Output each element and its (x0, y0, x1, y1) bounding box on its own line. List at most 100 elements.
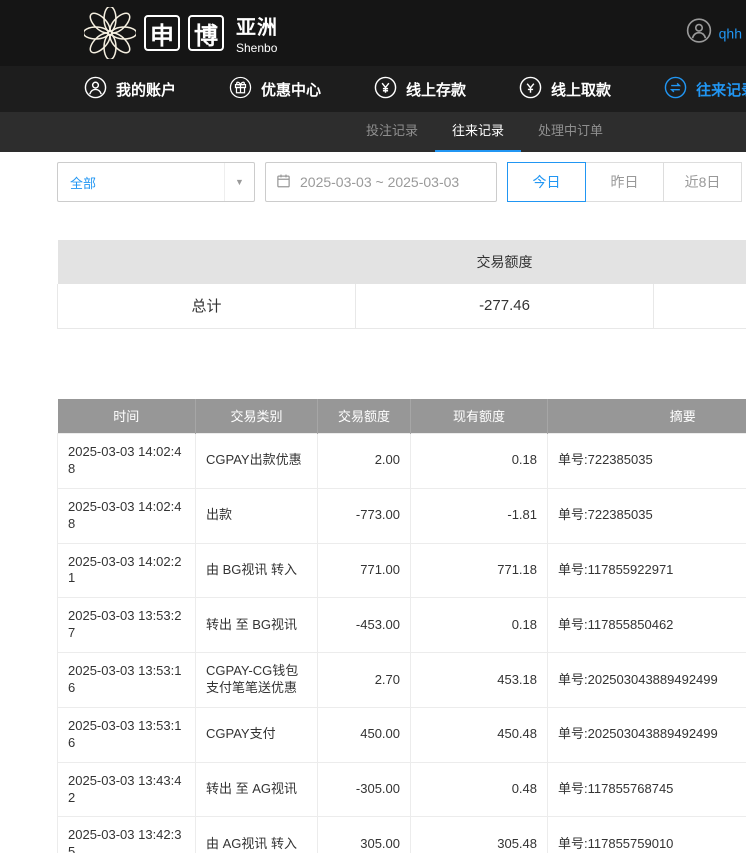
table-cell: 2025-03-03 13:42:35 (58, 817, 196, 853)
gift-icon (229, 76, 252, 103)
summary-total-row: 总计 -277.46 (58, 284, 746, 328)
col-header-remark: 摘要 (548, 399, 746, 434)
table-cell: 453.18 (411, 653, 548, 708)
brand-name-en: Shenbo (236, 41, 278, 55)
withdraw-coin-icon (519, 76, 542, 103)
table-cell: 2025-03-03 13:53:27 (58, 598, 196, 653)
table-row: 2025-03-03 14:02:48CGPAY出款优惠2.000.18单号:7… (58, 434, 746, 489)
table-cell: 单号:722385035 (548, 488, 746, 543)
table-cell: 2.70 (318, 653, 411, 708)
chevron-down-icon: ▼ (224, 163, 254, 201)
top-header: 申 博 亚洲 Shenbo qhh (0, 0, 746, 66)
brand-char-1: 申 (144, 15, 180, 51)
table-cell: 0.18 (411, 598, 548, 653)
table-cell: 单号:117855850462 (548, 598, 746, 653)
table-cell: 2025-03-03 14:02:48 (58, 434, 196, 489)
username[interactable]: qhh (719, 25, 742, 41)
table-cell: 单号:202503043889492499 (548, 707, 746, 762)
user-avatar-icon (686, 18, 712, 49)
filter-bar: 全部 ▼ 2025-03-03 ~ 2025-03-03 今日 昨日 近8日 (57, 162, 746, 202)
table-row: 2025-03-03 13:53:27转出 至 BG视讯-453.000.18单… (58, 598, 746, 653)
table-cell: CGPAY出款优惠 (196, 434, 318, 489)
table-cell: 2.00 (318, 434, 411, 489)
table-cell: CGPAY支付 (196, 707, 318, 762)
table-cell: 0.18 (411, 434, 548, 489)
table-cell: 由 BG视讯 转入 (196, 543, 318, 598)
table-cell: 771.18 (411, 543, 548, 598)
brand-char-2: 博 (188, 15, 224, 51)
table-cell: 2025-03-03 14:02:21 (58, 543, 196, 598)
record-tab-strip: 投注记录 往来记录 处理中订单 (0, 112, 746, 152)
summary-header-row: 交易额度 (58, 240, 746, 284)
table-cell: 单号:117855768745 (548, 762, 746, 817)
nav-item-label: 我的账户 (116, 79, 176, 100)
table-cell: 2025-03-03 14:02:48 (58, 488, 196, 543)
user-area[interactable]: qhh (686, 18, 742, 49)
transactions-body: 2025-03-03 14:02:48CGPAY出款优惠2.000.18单号:7… (58, 434, 746, 853)
col-header-type: 交易类别 (196, 399, 318, 434)
table-cell: 305.00 (318, 817, 411, 853)
table-cell: 由 AG视讯 转入 (196, 817, 318, 853)
table-cell: -1.81 (411, 488, 548, 543)
table-row: 2025-03-03 14:02:48出款-773.00-1.81单号:7223… (58, 488, 746, 543)
table-row: 2025-03-03 13:53:16CGPAY-CG钱包支付笔笔送优惠2.70… (58, 653, 746, 708)
table-row: 2025-03-03 13:43:42转出 至 AG视讯-305.000.48单… (58, 762, 746, 817)
table-cell: -453.00 (318, 598, 411, 653)
table-cell: 305.48 (411, 817, 548, 853)
calendar-icon (276, 173, 291, 191)
table-cell: 转出 至 BG视讯 (196, 598, 318, 653)
date-range-value: 2025-03-03 ~ 2025-03-03 (300, 174, 459, 190)
table-cell: 出款 (196, 488, 318, 543)
today-button[interactable]: 今日 (507, 162, 586, 202)
col-header-balance: 现有额度 (411, 399, 548, 434)
table-cell: 450.00 (318, 707, 411, 762)
col-header-amount: 交易额度 (318, 399, 411, 434)
table-cell: 单号:117855922971 (548, 543, 746, 598)
last-8-days-button[interactable]: 近8日 (663, 162, 742, 202)
table-cell: 单号:117855759010 (548, 817, 746, 853)
nav-item-promotions[interactable]: 优惠中心 (229, 76, 321, 103)
table-cell: 2025-03-03 13:43:42 (58, 762, 196, 817)
date-range-picker[interactable]: 2025-03-03 ~ 2025-03-03 (265, 162, 497, 202)
table-cell: CGPAY-CG钱包支付笔笔送优惠 (196, 653, 318, 708)
brand-region: 亚洲 (236, 11, 278, 40)
nav-item-label: 线上存款 (406, 79, 466, 100)
table-cell: -773.00 (318, 488, 411, 543)
transactions-icon (664, 76, 687, 103)
nav-item-label: 优惠中心 (261, 79, 321, 100)
table-cell: 单号:202503043889492499 (548, 653, 746, 708)
table-cell: 2025-03-03 13:53:16 (58, 707, 196, 762)
nav-item-my-account[interactable]: 我的账户 (84, 76, 176, 103)
brand-logo[interactable]: 申 博 亚洲 Shenbo (84, 7, 278, 59)
tab-transaction-records[interactable]: 往来记录 (435, 112, 521, 152)
table-cell: 450.48 (411, 707, 548, 762)
nav-item-label: 往来记录 (696, 79, 746, 100)
table-row: 2025-03-03 14:02:21由 BG视讯 转入771.00771.18… (58, 543, 746, 598)
quick-range-group: 今日 昨日 近8日 (507, 162, 742, 202)
table-cell: 单号:722385035 (548, 434, 746, 489)
table-row: 2025-03-03 13:53:16CGPAY支付450.00450.48单号… (58, 707, 746, 762)
nav-item-deposit[interactable]: 线上存款 (374, 76, 466, 103)
yesterday-button[interactable]: 昨日 (585, 162, 664, 202)
summary-header-label: 交易额度 (356, 240, 654, 284)
transactions-header-row: 时间 交易类别 交易额度 现有额度 摘要 (58, 399, 746, 434)
transactions-table: 时间 交易类别 交易额度 现有额度 摘要 2025-03-03 14:02:48… (57, 399, 746, 853)
summary-total-label: 总计 (58, 284, 356, 328)
nav-item-withdraw[interactable]: 线上取款 (519, 76, 611, 103)
table-cell: 0.48 (411, 762, 548, 817)
tab-bet-records[interactable]: 投注记录 (349, 112, 435, 152)
col-header-time: 时间 (58, 399, 196, 434)
deposit-coin-icon (374, 76, 397, 103)
table-cell: 771.00 (318, 543, 411, 598)
type-select[interactable]: 全部 ▼ (57, 162, 255, 202)
tab-pending-orders[interactable]: 处理中订单 (521, 112, 620, 152)
table-cell: 转出 至 AG视讯 (196, 762, 318, 817)
summary-total-value: -277.46 (356, 284, 654, 328)
summary-table: 交易额度 总计 -277.46 (57, 240, 746, 329)
nav-item-transactions[interactable]: 往来记录 (664, 76, 746, 103)
type-select-value: 全部 (70, 173, 96, 192)
nav-item-label: 线上取款 (551, 79, 611, 100)
main-nav: 我的账户 优惠中心 线上存款 (0, 66, 746, 112)
account-icon (84, 76, 107, 103)
table-cell: -305.00 (318, 762, 411, 817)
